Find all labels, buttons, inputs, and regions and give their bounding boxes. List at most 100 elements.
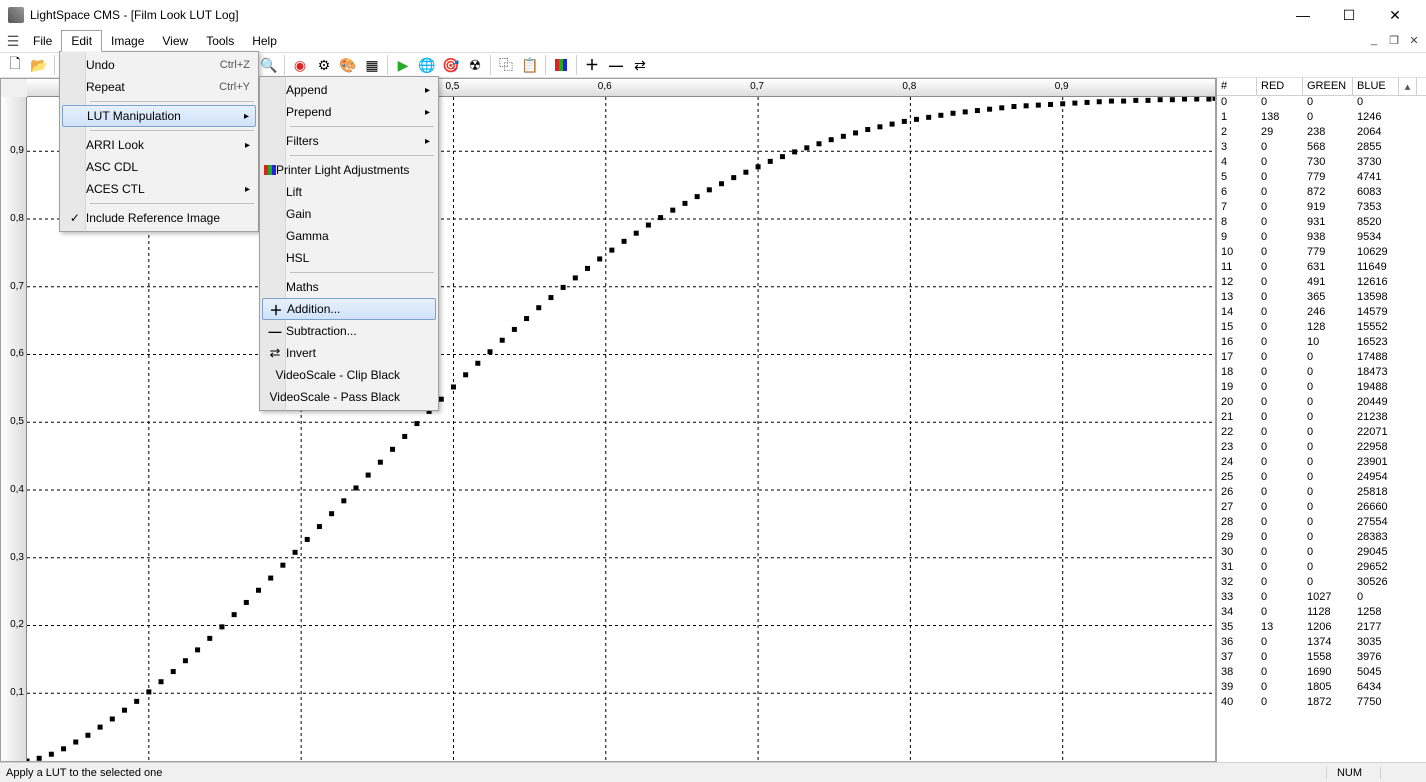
palette-icon[interactable]: ▦ [361, 54, 383, 76]
close-button[interactable]: ✕ [1372, 0, 1418, 30]
table-row[interactable]: 190019488 [1217, 381, 1426, 396]
edit-undo[interactable]: UndoCtrl+Z [62, 54, 256, 76]
invert-icon[interactable]: ⇄ [629, 54, 651, 76]
play-icon[interactable]: ▶ [392, 54, 414, 76]
table-row[interactable]: 300029045 [1217, 546, 1426, 561]
minimize-button[interactable]: — [1280, 0, 1326, 30]
table-row[interactable]: 709197353 [1217, 201, 1426, 216]
col-green[interactable]: GREEN [1303, 78, 1353, 95]
table-row[interactable]: 40018727750 [1217, 696, 1426, 711]
lut-subtraction[interactable]: —Subtraction... [262, 320, 436, 342]
lut-filters[interactable]: Filters▸ [262, 130, 436, 152]
table-row[interactable]: 240023901 [1217, 456, 1426, 471]
target-icon[interactable]: 🎯 [440, 54, 462, 76]
plus-icon: ＋ [265, 300, 287, 319]
table-row[interactable]: 13036513598 [1217, 291, 1426, 306]
table-row[interactable]: 39018056434 [1217, 681, 1426, 696]
table-row[interactable]: 507794741 [1217, 171, 1426, 186]
copy-icon[interactable]: ⿻ [495, 54, 517, 76]
mdi-minimize-button[interactable]: _ [1364, 30, 1384, 50]
lut-gain[interactable]: Gain [262, 203, 436, 225]
table-row[interactable]: 12049112616 [1217, 276, 1426, 291]
lut-maths[interactable]: Maths [262, 276, 436, 298]
new-icon[interactable]: 🗋 [4, 54, 26, 76]
table-row[interactable]: 170017488 [1217, 351, 1426, 366]
table-row[interactable]: 113801246 [1217, 111, 1426, 126]
table-row[interactable]: 909389534 [1217, 231, 1426, 246]
edit-asc-cdl[interactable]: ASC CDL [62, 156, 256, 178]
table-row[interactable]: 1601016523 [1217, 336, 1426, 351]
lut-printer-light[interactable]: Printer Light Adjustments [262, 159, 436, 181]
table-row[interactable]: 310029652 [1217, 561, 1426, 576]
menu-help[interactable]: Help [243, 30, 286, 52]
lut-addition[interactable]: ＋Addition... [262, 298, 436, 320]
table-row[interactable]: 290028383 [1217, 531, 1426, 546]
edit-arri-look[interactable]: ARRI Look▸ [62, 134, 256, 156]
lut-invert[interactable]: ⇄Invert [262, 342, 436, 364]
menu-image[interactable]: Image [102, 30, 153, 52]
lut-gamma[interactable]: Gamma [262, 225, 436, 247]
table-body[interactable]: 0000113801246229238206430568285540730373… [1217, 96, 1426, 762]
rgb-bars-icon[interactable] [550, 54, 572, 76]
search-icon[interactable]: 🔍 [258, 54, 280, 76]
table-row[interactable]: 809318520 [1217, 216, 1426, 231]
open-icon[interactable]: 📂 [28, 54, 50, 76]
table-row[interactable]: 33010270 [1217, 591, 1426, 606]
table-row[interactable]: 34011281258 [1217, 606, 1426, 621]
table-row[interactable]: 14024614579 [1217, 306, 1426, 321]
table-row[interactable]: 320030526 [1217, 576, 1426, 591]
menu-tools[interactable]: Tools [197, 30, 243, 52]
table-row[interactable]: 2292382064 [1217, 126, 1426, 141]
table-row[interactable]: 280027554 [1217, 516, 1426, 531]
table-row[interactable]: 10077910629 [1217, 246, 1426, 261]
table-row[interactable]: 36013743035 [1217, 636, 1426, 651]
edit-repeat[interactable]: RepeatCtrl+Y [62, 76, 256, 98]
table-row[interactable]: 210021238 [1217, 411, 1426, 426]
col-red[interactable]: RED [1257, 78, 1303, 95]
lut-prepend[interactable]: Prepend▸ [262, 101, 436, 123]
lut-videoscale-pass[interactable]: VideoScale - Pass Black [262, 386, 436, 408]
table-row[interactable]: 270026660 [1217, 501, 1426, 516]
scroll-up-icon[interactable]: ▴ [1399, 78, 1417, 95]
table-row[interactable]: 37015583976 [1217, 651, 1426, 666]
table-row[interactable]: 200020449 [1217, 396, 1426, 411]
col-index[interactable]: # [1217, 78, 1257, 95]
plus-icon[interactable]: ＋ [581, 54, 603, 76]
menu-edit[interactable]: Edit [61, 30, 102, 52]
table-row[interactable]: 351312062177 [1217, 621, 1426, 636]
color-icon[interactable]: 🎨 [337, 54, 359, 76]
mdi-system-icon[interactable]: ☰ [2, 30, 24, 52]
paste-icon[interactable]: 📋 [519, 54, 541, 76]
table-row[interactable]: 260025818 [1217, 486, 1426, 501]
lut-hsl[interactable]: HSL [262, 247, 436, 269]
globe-icon[interactable]: 🌐 [416, 54, 438, 76]
settings-icon[interactable]: ⚙ [313, 54, 335, 76]
edit-lut-manipulation[interactable]: LUT Manipulation▸ [62, 105, 256, 127]
invert-icon: ⇄ [264, 345, 286, 361]
table-row[interactable]: 38016905045 [1217, 666, 1426, 681]
minus-icon[interactable]: — [605, 54, 627, 76]
maximize-button[interactable]: ☐ [1326, 0, 1372, 30]
nuclear-icon[interactable]: ☢ [464, 54, 486, 76]
edit-include-reference[interactable]: ✓Include Reference Image [62, 207, 256, 229]
mdi-close-button[interactable]: ✕ [1404, 30, 1424, 50]
table-row[interactable]: 250024954 [1217, 471, 1426, 486]
table-row[interactable]: 407303730 [1217, 156, 1426, 171]
table-row[interactable]: 608726083 [1217, 186, 1426, 201]
record-icon[interactable]: ◉ [289, 54, 311, 76]
lut-videoscale-clip[interactable]: VideoScale - Clip Black [262, 364, 436, 386]
table-row[interactable]: 305682855 [1217, 141, 1426, 156]
table-row[interactable]: 11063111649 [1217, 261, 1426, 276]
table-row[interactable]: 15012815552 [1217, 321, 1426, 336]
table-row[interactable]: 220022071 [1217, 426, 1426, 441]
lut-append[interactable]: Append▸ [262, 79, 436, 101]
edit-aces-ctl[interactable]: ACES CTL▸ [62, 178, 256, 200]
col-blue[interactable]: BLUE [1353, 78, 1399, 95]
table-row[interactable]: 230022958 [1217, 441, 1426, 456]
lut-lift[interactable]: Lift [262, 181, 436, 203]
menu-file[interactable]: File [24, 30, 61, 52]
menu-view[interactable]: View [153, 30, 197, 52]
mdi-restore-button[interactable]: ❐ [1384, 30, 1404, 50]
table-row[interactable]: 180018473 [1217, 366, 1426, 381]
table-row[interactable]: 0000 [1217, 96, 1426, 111]
